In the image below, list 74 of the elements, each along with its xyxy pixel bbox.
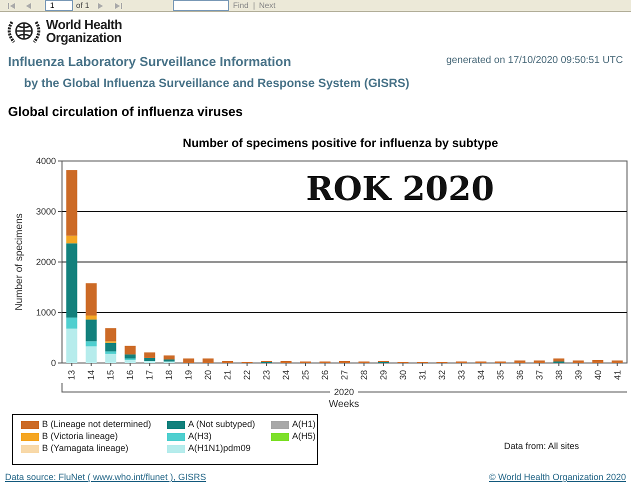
first-page-icon[interactable] bbox=[8, 3, 15, 9]
x-tick-label: 26 bbox=[320, 370, 330, 380]
bar-segment bbox=[572, 360, 584, 363]
y-tick-label: 4000 bbox=[36, 156, 56, 166]
y-tick-label: 3000 bbox=[36, 206, 56, 216]
x-tick-label: 14 bbox=[86, 370, 96, 380]
organization-name: Organization bbox=[46, 31, 122, 44]
y-tick-label: 2000 bbox=[36, 257, 56, 267]
copyright-link[interactable]: © World Health Organization 2020 bbox=[488, 471, 626, 484]
previous-page-icon[interactable] bbox=[26, 3, 31, 9]
x-tick-label: 25 bbox=[300, 370, 311, 380]
x-tick-label: 23 bbox=[262, 370, 272, 380]
separator: | bbox=[253, 1, 256, 11]
organization-name: World Health bbox=[46, 18, 122, 31]
legend-label: A(H1N1)pdm09 bbox=[188, 443, 251, 454]
legend-label: A(H1) bbox=[292, 419, 316, 430]
legend-label: B (Victoria lineage) bbox=[42, 431, 118, 442]
report-subtitle: by the Global Influenza Surveillance and Response System (GISRS) bbox=[23, 74, 410, 92]
bar-segment bbox=[534, 360, 545, 363]
legend-label: A(H3) bbox=[188, 431, 212, 442]
bar-segment bbox=[592, 360, 604, 363]
x-tick-label: 34 bbox=[476, 370, 486, 380]
y-axis-label: Number of specimens bbox=[14, 213, 25, 311]
section-title: Global circulation of influenza viruses bbox=[7, 102, 244, 120]
bar-segment bbox=[183, 358, 194, 363]
x-tick-label: 15 bbox=[106, 370, 116, 380]
x-tick-label: 31 bbox=[417, 370, 428, 380]
x-tick-label: 38 bbox=[554, 370, 564, 380]
x-tick-label: 13 bbox=[66, 370, 77, 380]
x-tick-label: 28 bbox=[358, 370, 369, 380]
year-label: 2020 bbox=[334, 387, 354, 397]
chart-title: Number of specimens positive for influenza by subtype bbox=[182, 135, 500, 152]
legend-label: B (Lineage not determined) bbox=[42, 419, 152, 430]
last-page-icon[interactable] bbox=[115, 3, 122, 9]
data-source-note: Data from: All sites bbox=[504, 440, 579, 452]
x-tick-label: 18 bbox=[164, 370, 174, 380]
x-tick-label: 40 bbox=[592, 370, 603, 380]
x-tick-label: 20 bbox=[203, 370, 214, 380]
x-tick-label: 32 bbox=[436, 370, 447, 380]
report-title: Influenza Laboratory Surveillance Information bbox=[8, 53, 292, 71]
find-field[interactable] bbox=[173, 0, 229, 11]
x-axis-label: Weeks bbox=[328, 399, 360, 410]
x-tick-label: 19 bbox=[184, 370, 194, 380]
x-tick-label: 17 bbox=[144, 370, 155, 380]
x-tick-label: 36 bbox=[514, 370, 525, 380]
page-field[interactable]: 1 bbox=[45, 0, 73, 11]
x-tick-label: 22 bbox=[242, 370, 252, 380]
legend-label: A(H5) bbox=[292, 431, 316, 442]
bar-segment bbox=[612, 360, 623, 363]
y-tick-label: 1000 bbox=[36, 308, 56, 318]
legend-label: B (Yamagata lineage) bbox=[42, 443, 128, 454]
page-count: of 1 bbox=[76, 1, 90, 11]
x-tick-label: 35 bbox=[495, 370, 506, 380]
data-source-link[interactable]: Data source: FluNet ( www.who.int/flunet ), GISRS bbox=[5, 471, 206, 484]
y-tick-label: 0 bbox=[50, 358, 56, 368]
x-tick-label: 16 bbox=[125, 370, 136, 380]
x-tick-label: 29 bbox=[378, 370, 388, 380]
bar-segment bbox=[222, 360, 234, 363]
bar-segment bbox=[202, 358, 214, 363]
legend-label: A (Not subtyped) bbox=[188, 419, 256, 430]
x-tick-label: 27 bbox=[340, 370, 350, 380]
x-tick-label: 33 bbox=[456, 370, 466, 380]
generated-timestamp: generated on 17/10/2020 09:50:51 UTC bbox=[446, 54, 623, 68]
x-tick-label: 21 bbox=[222, 370, 233, 380]
bar-segment bbox=[339, 360, 350, 363]
next-page-icon[interactable] bbox=[98, 3, 103, 9]
x-tick-label: 39 bbox=[573, 370, 584, 380]
bar-segment bbox=[514, 360, 526, 363]
x-tick-label: 37 bbox=[534, 370, 544, 380]
x-tick-label: 30 bbox=[398, 370, 408, 380]
overlay-text: ROK 2020 bbox=[306, 169, 494, 208]
bar-segment bbox=[280, 360, 292, 363]
x-tick-label: 24 bbox=[281, 370, 292, 380]
x-tick-label: 41 bbox=[612, 370, 622, 380]
